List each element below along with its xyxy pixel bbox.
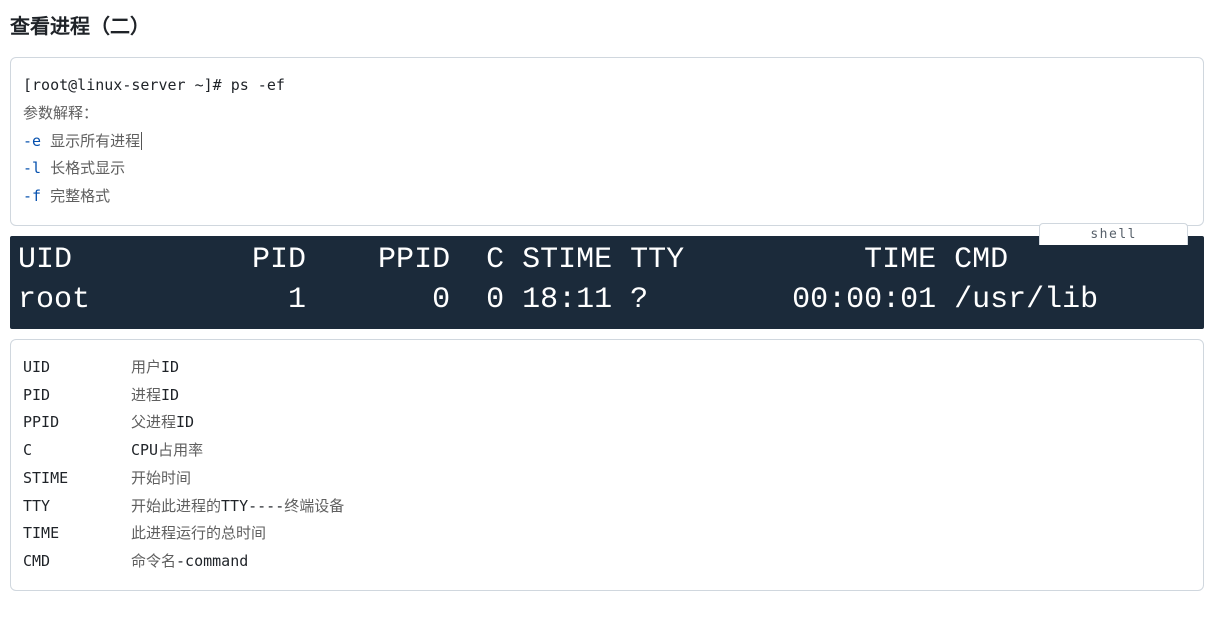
desc-val: 命令名-command xyxy=(131,548,248,576)
flag-f-desc: 完整格式 xyxy=(50,188,110,205)
desc-val: 开始此进程的TTY----终端设备 xyxy=(131,493,344,521)
desc-key: STIME xyxy=(23,465,131,493)
desc-val: 开始时间 xyxy=(131,465,191,493)
desc-val: 父进程ID xyxy=(131,409,194,437)
flag-l: -l xyxy=(23,159,41,177)
flag-l-desc: 长格式显示 xyxy=(50,160,125,177)
section-heading: 查看进程（二） xyxy=(10,10,1204,39)
desc-val: 用户ID xyxy=(131,354,179,382)
desc-key: PID xyxy=(23,382,131,410)
desc-key: PPID xyxy=(23,409,131,437)
desc-row: PPID父进程ID xyxy=(23,409,1191,437)
desc-key: CMD xyxy=(23,548,131,576)
param-explain-label: 参数解释： xyxy=(23,105,98,122)
desc-row: UID用户ID xyxy=(23,354,1191,382)
terminal-output: UID PID PPID C STIME TTY TIME CMD root 1… xyxy=(10,236,1204,329)
flag-e: -e xyxy=(23,132,41,150)
code-block-params: [root@linux-server ~]# ps -ef 参数解释： -e 显… xyxy=(10,57,1204,226)
desc-row: CMD命令名-command xyxy=(23,548,1191,576)
command-line: [root@linux-server ~]# ps -ef xyxy=(23,76,285,94)
desc-row: STIME开始时间 xyxy=(23,465,1191,493)
text-cursor xyxy=(141,132,142,150)
desc-key: TIME xyxy=(23,520,131,548)
terminal-header: UID PID PPID C STIME TTY TIME CMD xyxy=(18,243,1008,277)
shell-language-tag: shell xyxy=(1039,223,1188,245)
desc-key: C xyxy=(23,437,131,465)
desc-row: TIME此进程运行的总时间 xyxy=(23,520,1191,548)
flag-e-desc: 显示所有进程 xyxy=(50,133,140,150)
desc-val: 此进程运行的总时间 xyxy=(131,520,266,548)
description-block: UID用户ID PID进程ID PPID父进程ID CCPU占用率 STIME开… xyxy=(10,339,1204,591)
desc-key: UID xyxy=(23,354,131,382)
desc-row: PID进程ID xyxy=(23,382,1191,410)
desc-row: TTY开始此进程的TTY----终端设备 xyxy=(23,493,1191,521)
desc-val: 进程ID xyxy=(131,382,179,410)
terminal-row: root 1 0 0 18:11 ? 00:00:01 /usr/lib xyxy=(18,283,1098,317)
desc-val: CPU占用率 xyxy=(131,437,203,465)
desc-row: CCPU占用率 xyxy=(23,437,1191,465)
terminal-wrapper: shell UID PID PPID C STIME TTY TIME CMD … xyxy=(10,236,1204,329)
flag-f: -f xyxy=(23,187,41,205)
desc-key: TTY xyxy=(23,493,131,521)
